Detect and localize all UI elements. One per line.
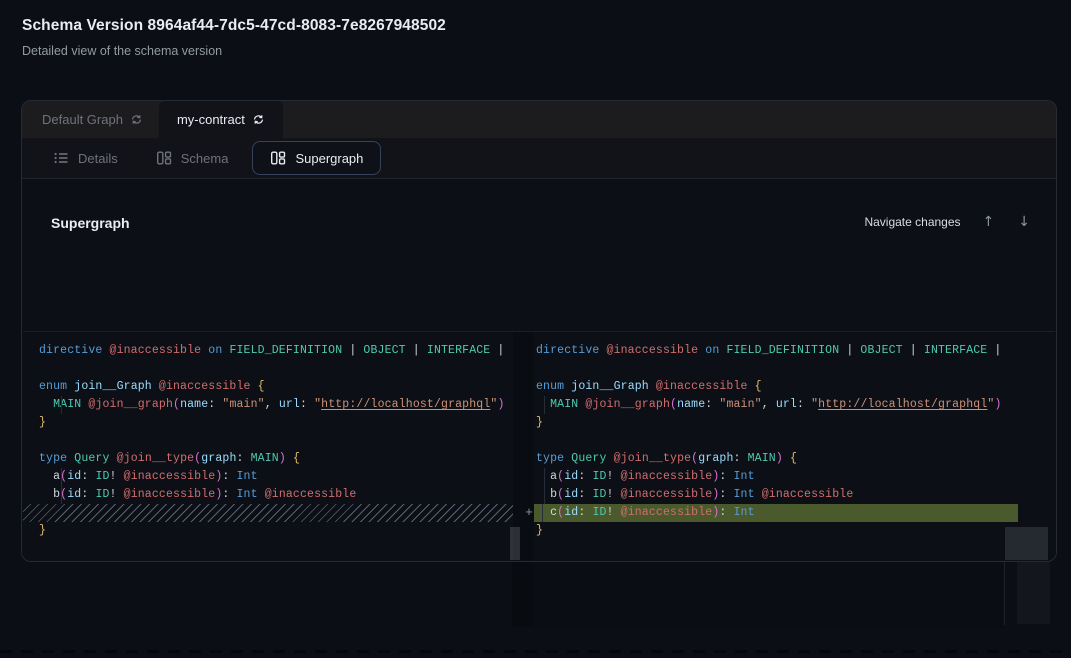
subtab-label: Supergraph — [295, 151, 363, 166]
code-line — [39, 360, 513, 378]
editor-overflow-ruler — [1017, 562, 1050, 624]
code-line: directive @inaccessible on FIELD_DEFINIT… — [39, 342, 513, 360]
tab-default-graph[interactable]: Default Graph — [22, 101, 159, 138]
added-code-line: c(id: ID! @inaccessible): Int — [534, 504, 1018, 522]
editor-overflow-border — [1004, 562, 1005, 625]
code-line — [536, 432, 1018, 450]
editor-overflow-divider — [512, 562, 533, 627]
code-line: a(id: ID! @inaccessible): Int — [536, 468, 1018, 486]
indent-guide — [542, 504, 543, 522]
graph-variant-tabbar: Default Graph my-contract — [22, 101, 1056, 138]
code-line — [536, 360, 1018, 378]
arrow-down-icon: ↓ — [1018, 215, 1030, 229]
bottom-dashed-edge — [0, 650, 1071, 653]
schema-diff-editor: directive @inaccessible on FIELD_DEFINIT… — [23, 332, 1055, 560]
supergraph-section: Supergraph Navigate changes ↑ ↓ directiv… — [22, 179, 1056, 561]
added-line-marker: + — [519, 504, 539, 522]
code-line: a(id: ID! @inaccessible): Int — [39, 468, 513, 486]
diff-left-pane[interactable]: directive @inaccessible on FIELD_DEFINIT… — [23, 332, 513, 560]
page-title: Schema Version 8964af44-7dc5-47cd-8083-7… — [22, 17, 446, 35]
variant-fork-icon — [252, 113, 265, 126]
editor-overflow-background — [533, 562, 1004, 628]
subtab-label: Details — [78, 151, 118, 166]
view-subtabs: Details Schema Supergraph — [22, 138, 1056, 179]
tab-my-contract[interactable]: my-contract — [159, 101, 283, 138]
code-line: } — [536, 522, 1018, 540]
subtab-label: Schema — [181, 151, 229, 166]
right-pane-scrollbar[interactable] — [1005, 527, 1048, 560]
subtab-supergraph[interactable]: Supergraph — [252, 141, 381, 175]
variant-fork-icon — [130, 113, 143, 126]
list-icon — [53, 150, 69, 166]
navigate-changes: Navigate changes ↑ ↓ — [864, 213, 1032, 231]
code-line: enum join__Graph @inaccessible { — [536, 378, 1018, 396]
code-line: type Query @join__type(graph: MAIN) { — [536, 450, 1018, 468]
code-line: MAIN @join__graph(name: "main", url: "ht… — [536, 396, 1018, 414]
indent-guide — [544, 396, 545, 414]
code-line: } — [39, 414, 513, 432]
schema-version-panel: Default Graph my-contract — [21, 100, 1057, 562]
indent-guide — [61, 468, 62, 486]
code-line: } — [536, 414, 1018, 432]
code-line: b(id: ID! @inaccessible): Int @inaccessi… — [536, 486, 1018, 504]
arrow-up-icon: ↑ — [983, 215, 995, 229]
indent-guide — [61, 486, 62, 504]
navigate-previous-button[interactable]: ↑ — [981, 213, 997, 231]
left-pane-scrollbar[interactable] — [510, 527, 520, 560]
tab-label: my-contract — [177, 112, 245, 127]
panel-title: Supergraph — [51, 215, 130, 231]
columns-icon — [270, 150, 286, 166]
indent-guide — [544, 468, 545, 486]
code-line: enum join__Graph @inaccessible { — [39, 378, 513, 396]
code-line: type Query @join__type(graph: MAIN) { — [39, 450, 513, 468]
navigate-next-button[interactable]: ↓ — [1016, 213, 1032, 231]
navigate-changes-label: Navigate changes — [864, 215, 960, 229]
page-subtitle: Detailed view of the schema version — [22, 44, 222, 58]
indent-guide — [544, 486, 545, 504]
tab-label: Default Graph — [42, 112, 123, 127]
columns-icon — [156, 150, 172, 166]
code-line: MAIN @join__graph(name: "main", url: "ht… — [39, 396, 513, 414]
code-line: } — [39, 522, 513, 540]
indent-guide — [61, 396, 62, 414]
code-line: directive @inaccessible on FIELD_DEFINIT… — [536, 342, 1018, 360]
removed-placeholder-line — [23, 504, 513, 522]
subtab-schema[interactable]: Schema — [142, 141, 243, 175]
code-line — [39, 432, 513, 450]
code-line: b(id: ID! @inaccessible): Int @inaccessi… — [39, 486, 513, 504]
diff-right-pane[interactable]: directive @inaccessible on FIELD_DEFINIT… — [534, 332, 1018, 560]
subtab-details[interactable]: Details — [39, 141, 132, 175]
diff-pane-divider — [513, 332, 534, 560]
